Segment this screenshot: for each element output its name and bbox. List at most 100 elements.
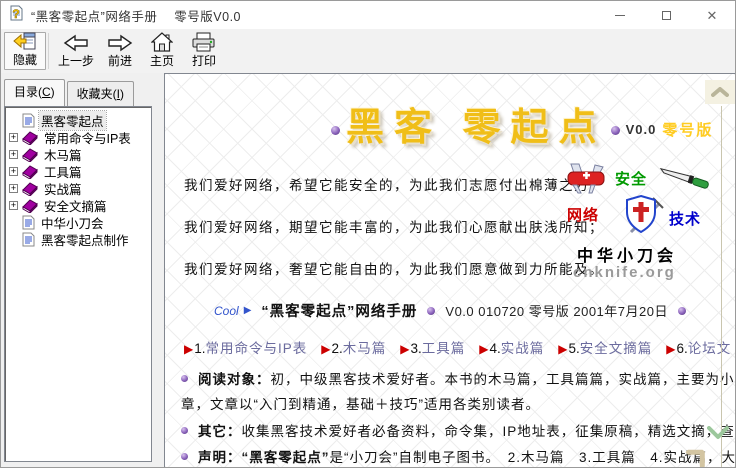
section-readers-cont-text: 章，文章以“入门到精通，基础＋技巧”适用各类别读者。 <box>181 393 540 413</box>
tree-item-label: 黑客零起点制作 <box>39 230 131 249</box>
book-icon <box>22 131 38 145</box>
svg-text:?: ? <box>12 7 19 21</box>
book-icon <box>22 199 38 213</box>
tree-item-book[interactable]: + 实战篇 <box>5 180 151 197</box>
hide-button-label: 隐藏 <box>13 51 37 68</box>
red-triangle-icon: ▶ <box>400 342 409 356</box>
red-triangle-icon: ▶ <box>479 342 488 356</box>
book-version-date: V0.0 010720 零号版 2001年7月20日 <box>445 301 668 320</box>
sidebar-tabs: 目录(C) 收藏夹(I) <box>4 79 136 106</box>
section-readers-text: 初，中级黑客技术爱好者。本书的木马篇，工具篇篇，实战篇，主要为小刀会原 <box>271 372 736 387</box>
section-claim-text: 是“小刀会”自制电子图书。 2.木马篇 3.工具篇 4.实战篇，大 <box>330 450 736 465</box>
logo-org-name: 中华小刀会 <box>577 242 677 266</box>
nav-link-tools[interactable]: ▶3.工具篇 <box>400 337 465 357</box>
purple-ball-icon <box>331 126 340 135</box>
book-title: “黑客零起点”网络手册 <box>261 300 417 321</box>
forward-button[interactable]: 前进 <box>99 32 141 70</box>
window-title: “黑客零起点”网络手册 零号版V0.0 <box>31 6 241 25</box>
tree-item-book[interactable]: + 工具篇 <box>5 163 151 180</box>
shield-sword-icon <box>625 194 665 243</box>
titlebar: ? “黑客零起点”网络手册 零号版V0.0 ✕ <box>1 1 735 29</box>
tab-contents-label-end: ) <box>51 85 55 99</box>
red-triangle-icon: ▶ <box>184 342 193 356</box>
section-other-label: 其它： <box>198 424 242 439</box>
hero-edition: 零号版 <box>662 119 713 140</box>
scrollbar-track[interactable] <box>721 106 722 467</box>
scroll-down-button[interactable] <box>707 426 729 445</box>
section-claim-booktitle: “黑客零起点” <box>242 450 330 465</box>
maximize-button[interactable] <box>643 1 689 29</box>
cool-label: Cool <box>214 304 239 318</box>
minimize-icon <box>615 15 625 16</box>
logo-label-technology: 技术 <box>669 208 701 229</box>
tree-item-book[interactable]: + 常用命令与IP表 <box>5 129 151 146</box>
motto-line-3: 我们爱好网络，奢望它能自由的，为此我们愿意做到力所能及。 <box>184 258 604 278</box>
nav-link-trojan[interactable]: ▶2.木马篇 <box>321 337 386 357</box>
printer-icon <box>191 32 217 52</box>
chevron-down-icon <box>707 426 729 440</box>
navigation-sidebar: 目录(C) 收藏夹(I) 黑客零起点 + <box>1 73 164 467</box>
expand-plus-icon[interactable]: + <box>9 167 18 176</box>
maximize-icon <box>662 11 671 20</box>
red-triangle-icon: ▶ <box>321 342 330 356</box>
chevron-up-icon <box>711 87 729 97</box>
topic-content-pane[interactable]: 黑客 零起点 V0.0 零号版 我们爱好网络，希望它能安全的，为此我们志愿付出棉… <box>164 73 735 467</box>
back-button[interactable]: 上一步 <box>53 32 99 70</box>
tab-contents-label: 目录( <box>14 85 42 99</box>
document-icon <box>22 232 35 247</box>
hero-version: V0.0 <box>626 122 657 137</box>
tab-contents-accesskey: C <box>42 85 51 99</box>
contents-tree: 黑客零起点 + 常用命令与IP表 + <box>4 106 152 462</box>
scroll-up-button[interactable] <box>705 80 735 104</box>
section-claim: 声明：“黑客零起点”是“小刀会”自制电子图书。 2.木马篇 3.工具篇 4.实战… <box>181 446 735 466</box>
home-icon <box>151 32 173 52</box>
tree-item-topic[interactable]: 黑客零起点制作 <box>5 231 151 248</box>
book-icon <box>22 165 38 179</box>
tab-favorites-label-end: ) <box>120 87 124 101</box>
close-button[interactable]: ✕ <box>689 1 735 29</box>
expand-plus-icon[interactable]: + <box>9 184 18 193</box>
nav-link-practice[interactable]: ▶4.实战篇 <box>479 337 544 357</box>
section-readers-cont: 章，文章以“入门到精通，基础＋技巧”适用各类别读者。 <box>181 393 540 413</box>
back-button-label: 上一步 <box>58 52 94 69</box>
expand-plus-icon[interactable]: + <box>9 150 18 159</box>
tree-item-topic[interactable]: 黑客零起点 <box>5 112 151 129</box>
hide-panel-icon <box>13 31 37 51</box>
toolbar-separator <box>48 33 49 69</box>
tab-favorites-label: 收藏夹( <box>77 87 117 101</box>
book-icon <box>22 148 38 162</box>
home-button-label: 主页 <box>150 52 174 69</box>
expand-plus-icon[interactable]: + <box>9 201 18 210</box>
tree-item-topic[interactable]: 中华小刀会 <box>5 214 151 231</box>
section-other: 其它：收集黑客技术爱好者必备资料，命令集，IP地址表，征集原稿，精选文摘，查找方… <box>181 420 735 440</box>
purple-ball-icon <box>181 375 188 382</box>
minimize-button[interactable] <box>597 1 643 29</box>
cnknife-logo: 安全 网络 技术 中华小刀会 cnknife.org <box>565 162 735 287</box>
motto-line-1: 我们爱好网络，希望它能安全的，为此我们志愿付出棉薄之力； <box>184 174 604 194</box>
forward-arrow-icon <box>107 34 133 52</box>
tab-contents[interactable]: 目录(C) <box>4 79 65 106</box>
print-button-label: 打印 <box>192 52 216 69</box>
red-triangle-icon: ▶ <box>558 342 567 356</box>
expand-plus-icon[interactable]: + <box>9 133 18 142</box>
book-info-line: Cool ▶ “黑客零起点”网络手册 V0.0 010720 零号版 2001年… <box>165 300 735 321</box>
logo-label-security: 安全 <box>615 168 647 189</box>
tree-item-book[interactable]: + 木马篇 <box>5 146 151 163</box>
section-readers-label: 阅读对象： <box>198 372 271 387</box>
print-button[interactable]: 打印 <box>183 32 225 70</box>
tree-item-book[interactable]: + 安全文摘篇 <box>5 197 151 214</box>
purple-ball-icon <box>611 126 620 135</box>
hide-button[interactable]: 隐藏 <box>4 32 46 70</box>
purple-ball-icon <box>181 427 188 434</box>
red-triangle-icon: ▶ <box>666 342 675 356</box>
section-other-text: 收集黑客技术爱好者必备资料，命令集，IP地址表，征集原稿，精选文摘，查找方便 <box>242 424 736 439</box>
logo-domain: cnknife.org <box>573 264 676 281</box>
hero-title-text: 黑客 零起点 <box>346 96 607 151</box>
nav-link-commands[interactable]: ▶1.常用命令与IP表 <box>184 337 307 357</box>
document-icon <box>22 215 35 230</box>
page-hero-title: 黑客 零起点 V0.0 零号版 <box>331 96 713 151</box>
nav-link-digest[interactable]: ▶5.安全文摘篇 <box>558 337 652 357</box>
purple-ball-icon <box>678 307 686 315</box>
home-button[interactable]: 主页 <box>141 32 183 70</box>
tab-favorites[interactable]: 收藏夹(I) <box>67 81 134 106</box>
